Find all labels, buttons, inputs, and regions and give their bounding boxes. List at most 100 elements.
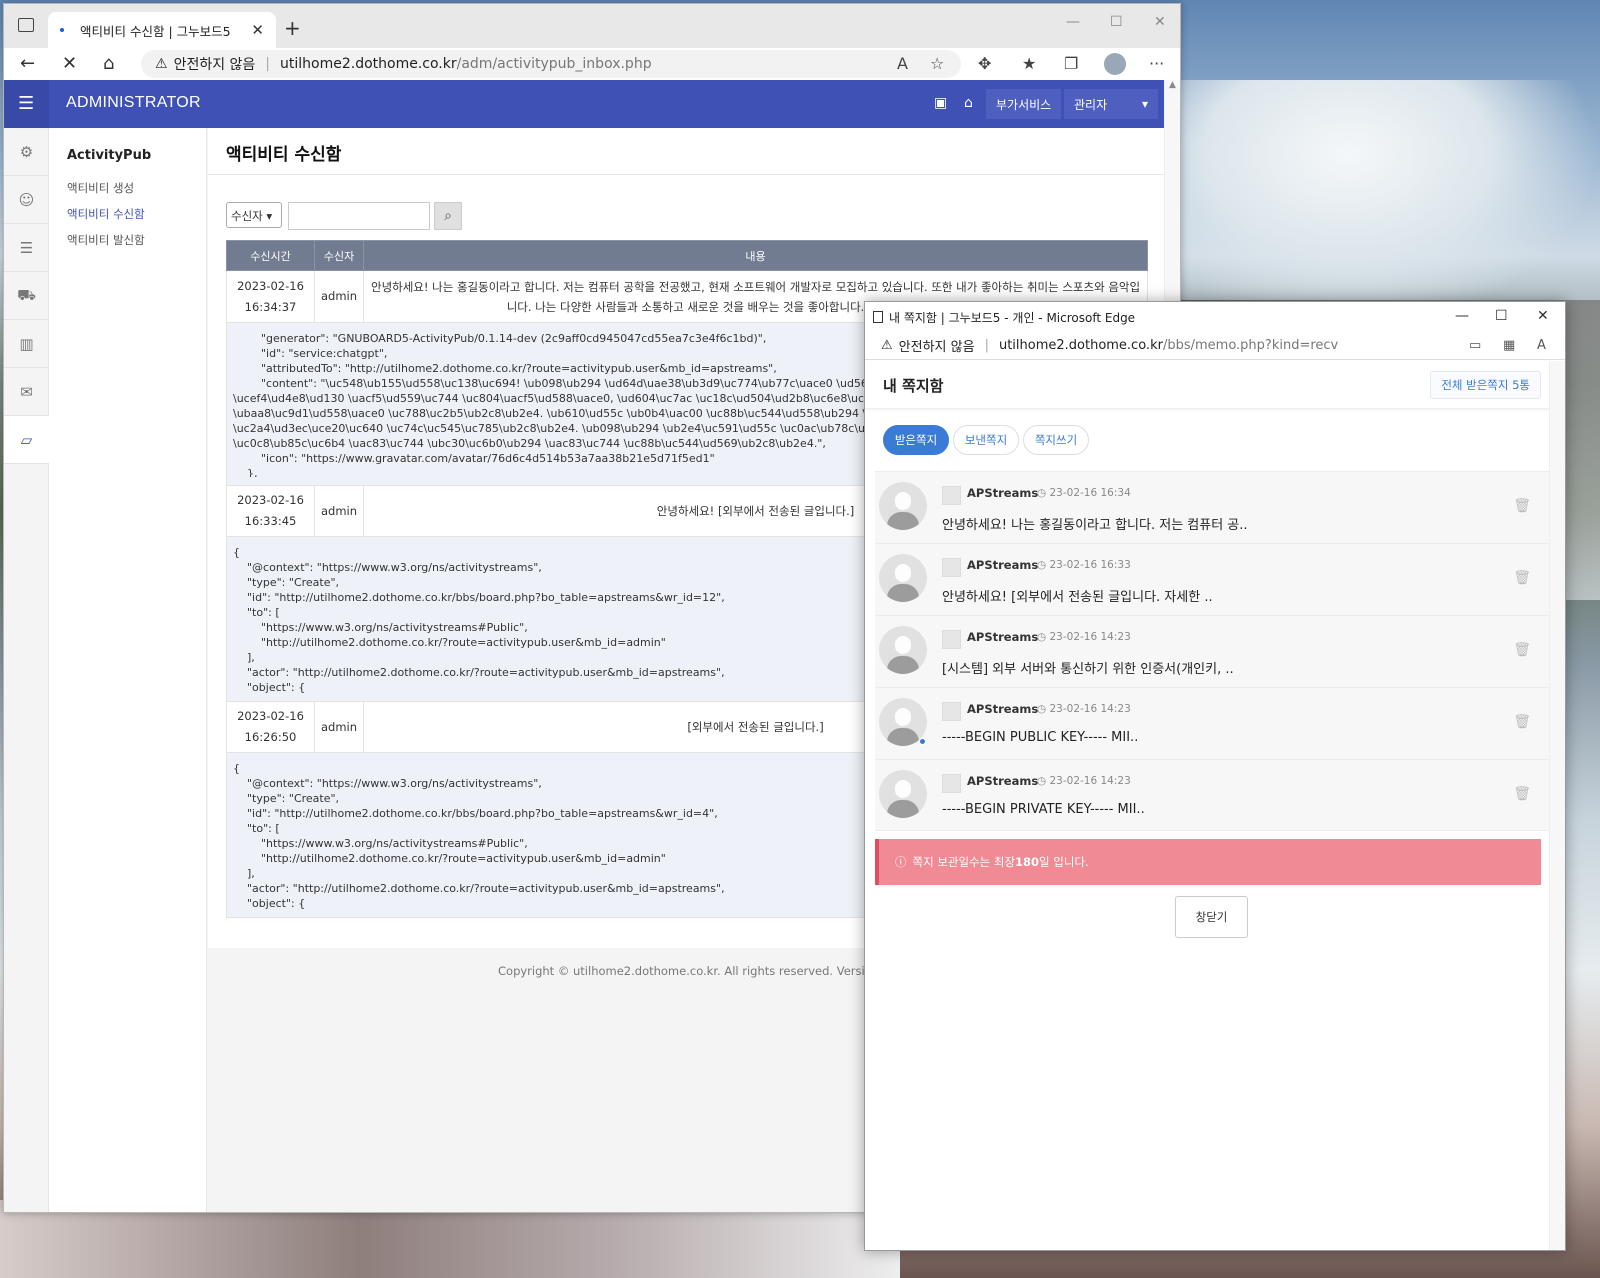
tab-sent[interactable]: 보낸쪽지	[953, 425, 1019, 455]
close-window-icon[interactable]: ✕	[1537, 308, 1549, 324]
addon-button[interactable]: 부가서비스	[986, 89, 1062, 119]
maximize-icon[interactable]: ☐	[1110, 14, 1123, 30]
favorite-add-icon[interactable]: ☆	[930, 54, 944, 73]
copyright: Copyright © utilhome2.dothome.co.kr. All…	[498, 964, 923, 978]
favorites-icon[interactable]: ★	[1022, 54, 1036, 73]
retention-alert: ⓘ 쪽지 보관일수는 최장 180 일 입니다.	[875, 839, 1541, 885]
trash-icon[interactable]: 🗑	[1513, 714, 1531, 730]
list-item[interactable]: APStreams ◷ 23-02-16 16:34 안녕하세요! 나는 홍길동…	[875, 471, 1551, 543]
scroll-up-icon[interactable]: ▲	[1165, 80, 1180, 90]
loading-icon	[60, 28, 64, 32]
popup-scrollbar[interactable]	[1549, 361, 1565, 1250]
admin-title[interactable]: ADMINISTRATOR	[66, 94, 201, 112]
list-item[interactable]: APStreams ◷ 23-02-16 14:23 -----BEGIN PR…	[875, 759, 1551, 831]
stats-icon[interactable]: ▥	[4, 320, 49, 368]
menu-toggle[interactable]: ☰	[4, 80, 49, 128]
settings-icon[interactable]: ⚙	[4, 128, 49, 176]
read-aloud-icon[interactable]: A	[1537, 338, 1546, 353]
subnav-item-outbox[interactable]: 액티비티 발신함	[67, 232, 145, 248]
subnav-item-create[interactable]: 액티비티 생성	[67, 180, 134, 196]
trash-icon[interactable]: 🗑	[1513, 786, 1531, 802]
message-time: ◷ 23-02-16 14:23	[1037, 631, 1131, 643]
security-status: 안전하지 않음	[898, 340, 975, 355]
received-date: 2023-02-16	[237, 709, 304, 723]
list-item[interactable]: APStreams ◷ 23-02-16 16:33 안녕하세요! [외부에서 …	[875, 543, 1551, 615]
tab-received[interactable]: 받은쪽지	[883, 425, 949, 455]
message-preview[interactable]: -----BEGIN PRIVATE KEY----- MII..	[942, 802, 1145, 817]
close-window-icon[interactable]: ✕	[1154, 14, 1166, 30]
message-preview[interactable]: -----BEGIN PUBLIC KEY----- MII..	[942, 730, 1138, 745]
sub-navigation: ActivityPub 액티비티 생성 액티비티 수신함 액티비티 발신함	[49, 128, 207, 1212]
search-field-select[interactable]: 수신자 ▾	[226, 202, 282, 228]
admin-dropdown-icon[interactable]: ▾	[1132, 89, 1158, 119]
minimize-icon[interactable]: —	[1066, 14, 1080, 30]
maximize-icon[interactable]: ☐	[1495, 308, 1508, 324]
trash-icon[interactable]: 🗑	[1513, 498, 1531, 514]
warning-icon: ⚠	[155, 56, 168, 72]
security-status: 안전하지 않음	[173, 57, 256, 73]
unread-dot	[919, 738, 926, 745]
address-separator: |	[984, 338, 989, 353]
toolbar: ← ✕ ⌂ ⚠ 안전하지 않음 | utilhome2.dothome.co.k…	[4, 48, 1180, 80]
sender-avatar-small	[942, 486, 961, 505]
minimize-icon[interactable]: —	[1455, 308, 1469, 324]
close-tab-icon[interactable]: ✕	[251, 21, 264, 39]
app-icon[interactable]: ▦	[1503, 338, 1515, 353]
trash-icon[interactable]: 🗑	[1513, 570, 1531, 586]
close-button[interactable]: 창닫기	[1175, 896, 1248, 938]
read-aloud-icon[interactable]: A	[897, 54, 908, 73]
mail-icon[interactable]: ✉	[4, 368, 49, 416]
back-icon[interactable]: ←	[20, 53, 35, 74]
collections-icon[interactable]: ❐	[1064, 54, 1078, 73]
device-icon[interactable]: ▭	[1469, 338, 1481, 353]
popup-window-title: 내 쪽지함 | 그누보드5 - 개인 - Microsoft Edge	[889, 310, 1136, 325]
sender-name[interactable]: APStreams	[967, 486, 1038, 500]
more-icon[interactable]: ···	[1149, 54, 1164, 73]
message-preview[interactable]: [시스템] 외부 서버와 통신하기 위한 인증서(개인키, ..	[942, 658, 1234, 677]
message-preview[interactable]: 안녕하세요! [외부에서 전송된 글입니다. 자세한 ..	[942, 586, 1213, 605]
sender-name[interactable]: APStreams	[967, 630, 1038, 644]
url-path: /adm/activitypub_inbox.php	[456, 56, 652, 72]
address-bar[interactable]: ⚠ 안전하지 않음 | utilhome2.dothome.co.kr/adm/…	[141, 50, 961, 78]
cart-icon[interactable]: ⛟	[4, 272, 49, 320]
message-preview[interactable]: 안녕하세요! 나는 홍길동이라고 합니다. 저는 컴퓨터 공..	[942, 514, 1248, 533]
extensions-icon[interactable]: ✥	[978, 54, 991, 73]
board-list-icon[interactable]: ☰	[4, 224, 49, 272]
select-value: 수신자	[231, 209, 263, 223]
tab-actions-icon[interactable]	[18, 18, 34, 32]
message-time: ◷ 23-02-16 14:23	[1037, 775, 1131, 787]
admin-menu-button[interactable]: 관리자	[1064, 89, 1134, 119]
alert-prefix: 쪽지 보관일수는 최장	[912, 855, 1016, 869]
list-item[interactable]: APStreams ◷ 23-02-16 14:23 [시스템] 외부 서버와 …	[875, 615, 1551, 687]
avatar	[879, 626, 927, 674]
sender-name[interactable]: APStreams	[967, 558, 1038, 572]
subnav-item-inbox[interactable]: 액티비티 수신함	[67, 206, 145, 222]
sender-name[interactable]: APStreams	[967, 702, 1038, 716]
list-item[interactable]: APStreams ◷ 23-02-16 14:23 -----BEGIN PU…	[875, 687, 1551, 759]
memo-popup-window: 내 쪽지함 | 그누보드5 - 개인 - Microsoft Edge — ☐ …	[864, 301, 1566, 1251]
home-icon[interactable]: ⌂	[103, 53, 114, 74]
shop-icon[interactable]: ▣	[934, 95, 947, 111]
folder-icon[interactable]: ▱	[4, 416, 49, 464]
tab-write[interactable]: 쪽지쓰기	[1023, 425, 1089, 455]
trash-icon[interactable]: 🗑	[1513, 642, 1531, 658]
stop-icon[interactable]: ✕	[62, 53, 77, 74]
avatar	[879, 482, 927, 530]
sender-avatar-small	[942, 774, 961, 793]
sender-name[interactable]: APStreams	[967, 774, 1038, 788]
all-received-count[interactable]: 전체 받은쪽지 5통	[1430, 371, 1541, 399]
message-time: ◷ 23-02-16 16:34	[1037, 487, 1131, 499]
search-input[interactable]	[288, 202, 430, 230]
search-button[interactable]: ⌕	[434, 202, 462, 230]
popup-address-bar[interactable]: ⚠ 안전하지 않음 | utilhome2.dothome.co.kr/bbs/…	[865, 332, 1565, 360]
recipient: admin	[313, 701, 365, 753]
home-shortcut-icon[interactable]: ⌂	[964, 95, 973, 111]
new-tab-icon[interactable]: +	[284, 16, 301, 40]
column-header: 내용	[363, 240, 1148, 271]
desktop-wallpaper	[1180, 80, 1600, 330]
profile-avatar[interactable]	[1104, 53, 1126, 75]
received-date: 2023-02-16	[237, 493, 304, 507]
member-icon[interactable]: ☺	[4, 176, 49, 224]
column-header: 수신자	[313, 240, 365, 271]
browser-tab[interactable]: 액티비티 수신함 | 그누보드5 ✕	[48, 12, 276, 48]
